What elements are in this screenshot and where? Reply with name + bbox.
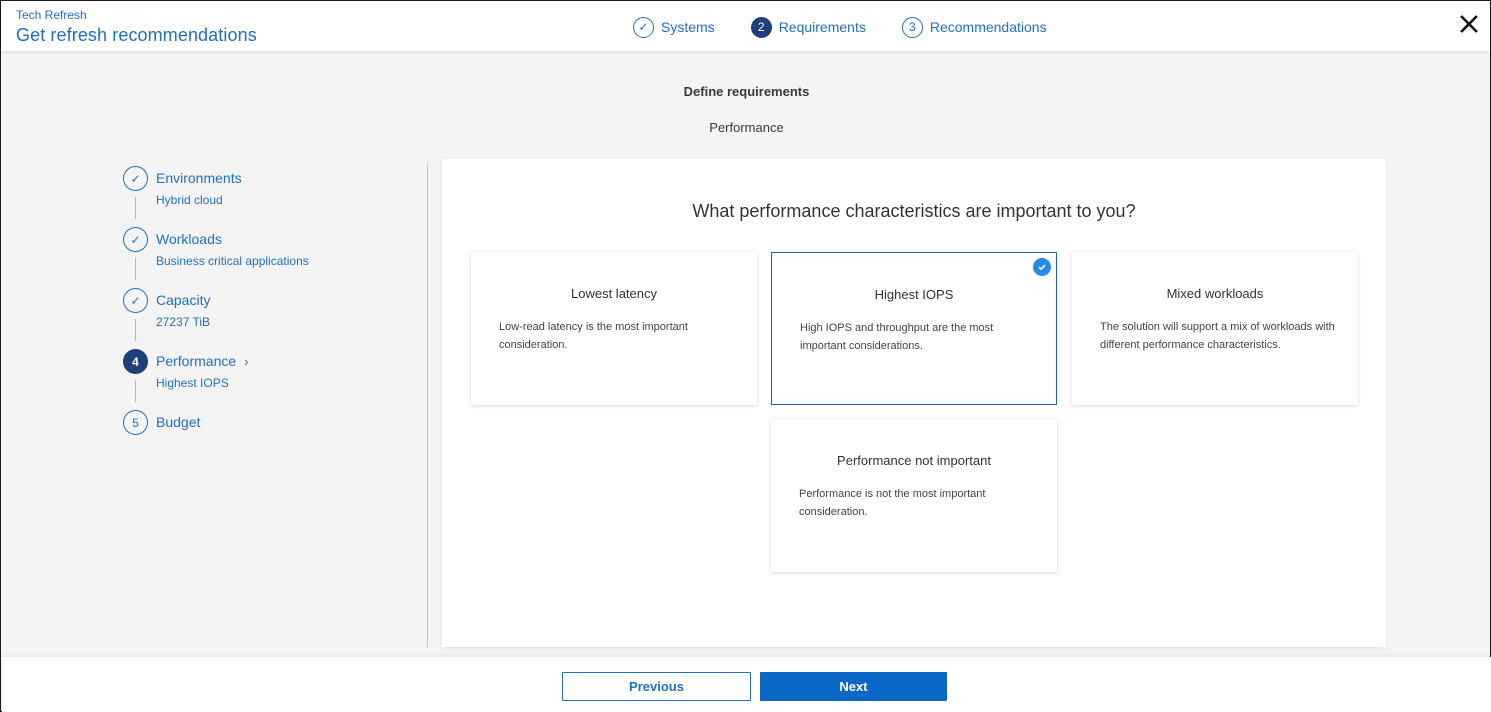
requirement-step-budget[interactable]: 5 Budget bbox=[123, 410, 403, 471]
requirement-step-workloads[interactable]: ✓ Workloads Business critical applicatio… bbox=[123, 227, 403, 288]
step-value: Hybrid cloud bbox=[156, 193, 223, 207]
requirements-steps: ✓ Environments Hybrid cloud ✓ Workloads … bbox=[123, 166, 403, 471]
option-card-highest-iops[interactable]: Highest IOPS High IOPS and throughput ar… bbox=[771, 252, 1057, 405]
requirement-step-environments[interactable]: ✓ Environments Hybrid cloud bbox=[123, 166, 403, 227]
dialog-frame: Tech Refresh Get refresh recommendations… bbox=[0, 0, 1491, 712]
step-title[interactable]: Workloads bbox=[156, 231, 222, 247]
option-title: Performance not important bbox=[837, 453, 991, 468]
step-connector bbox=[135, 258, 136, 280]
check-icon: ✓ bbox=[123, 166, 148, 191]
step-connector bbox=[135, 197, 136, 219]
option-card-mixed-workloads[interactable]: Mixed workloads The solution will suppor… bbox=[1072, 252, 1358, 405]
close-button[interactable] bbox=[1458, 13, 1480, 35]
step-value: 27237 TiB bbox=[156, 315, 211, 329]
step-title[interactable]: Budget bbox=[156, 414, 200, 430]
option-description: The solution will support a mix of workl… bbox=[1100, 321, 1335, 351]
options-panel: What performance characteristics are imp… bbox=[442, 159, 1386, 647]
wizard-step-recommendations[interactable]: 3 Recommendations bbox=[901, 16, 1047, 38]
option-title: Mixed workloads bbox=[1166, 286, 1264, 301]
app-name: Tech Refresh bbox=[16, 8, 87, 22]
option-description: Performance is not the most important co… bbox=[799, 488, 986, 518]
header: Tech Refresh Get refresh recommendations… bbox=[1, 1, 1490, 51]
wizard-step-requirements[interactable]: 2 Requirements bbox=[750, 16, 866, 38]
step-value: Business critical applications bbox=[156, 254, 309, 268]
step-connector bbox=[135, 380, 136, 402]
close-icon bbox=[1460, 15, 1478, 33]
requirement-step-performance[interactable]: 4 Performance › Highest IOPS bbox=[123, 349, 403, 410]
step-value: Highest IOPS bbox=[156, 376, 229, 390]
step-number-badge: 4 bbox=[123, 349, 148, 374]
option-title: Highest IOPS bbox=[874, 287, 954, 302]
step-title: Performance bbox=[156, 353, 237, 369]
check-icon: ✓ bbox=[123, 288, 148, 313]
option-card-lowest-latency[interactable]: Lowest latency Low-read latency is the m… bbox=[471, 252, 757, 405]
step-title-wrapper[interactable]: Performance › bbox=[156, 353, 249, 369]
footer: Previous Next bbox=[2, 657, 1491, 712]
section-subtitle: Performance bbox=[709, 120, 784, 135]
page-title: Get refresh recommendations bbox=[16, 25, 257, 45]
step-connector bbox=[135, 319, 136, 341]
question-heading: What performance characteristics are imp… bbox=[692, 201, 1136, 221]
check-icon: ✓ bbox=[633, 16, 654, 38]
wizard-steps: ✓ Systems 2 Requirements 3 Recommendatio… bbox=[633, 15, 1047, 39]
wizard-step-label: Systems bbox=[661, 19, 715, 35]
previous-button[interactable]: Previous bbox=[562, 672, 751, 701]
step-number-badge: 5 bbox=[123, 410, 148, 435]
wizard-step-label: Recommendations bbox=[929, 19, 1047, 35]
step-title[interactable]: Environments bbox=[156, 170, 242, 186]
requirement-step-capacity[interactable]: ✓ Capacity 27237 TiB bbox=[123, 288, 403, 349]
wizard-step-label: Requirements bbox=[778, 19, 866, 35]
option-card-performance-not-important[interactable]: Performance not important Performance is… bbox=[771, 419, 1057, 572]
selected-check-icon bbox=[1033, 258, 1051, 276]
chevron-right-icon: › bbox=[244, 354, 249, 369]
section-title: Define requirements bbox=[683, 84, 810, 99]
vertical-divider bbox=[427, 163, 428, 647]
step-number-badge: 3 bbox=[901, 16, 923, 38]
step-number-badge: 2 bbox=[750, 16, 772, 38]
option-description: Low-read latency is the most important c… bbox=[499, 321, 688, 351]
check-icon: ✓ bbox=[123, 227, 148, 252]
next-button[interactable]: Next bbox=[760, 672, 947, 701]
step-title[interactable]: Capacity bbox=[156, 292, 210, 308]
option-title: Lowest latency bbox=[571, 286, 657, 301]
option-description: High IOPS and throughput are the most im… bbox=[800, 322, 994, 352]
wizard-step-systems[interactable]: ✓ Systems bbox=[633, 16, 715, 38]
